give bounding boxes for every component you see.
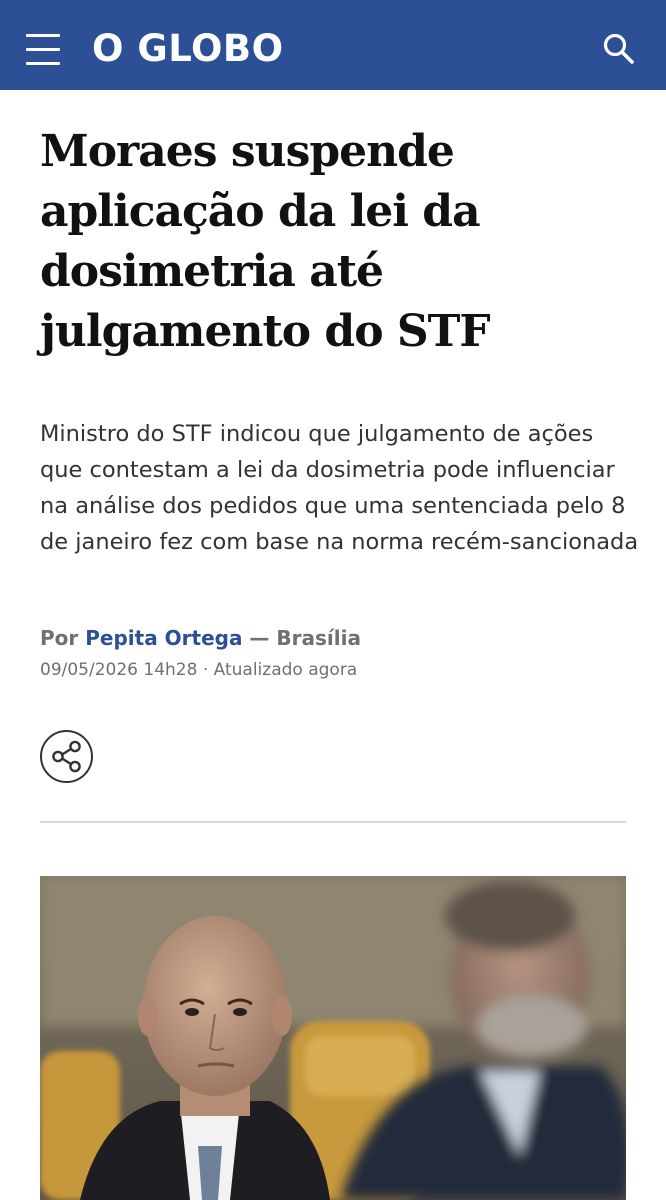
section-divider	[40, 821, 626, 823]
hamburger-menu-icon[interactable]	[26, 32, 60, 66]
share-icon[interactable]	[40, 730, 93, 783]
article-headline: Moraes suspende aplicação da lei da dosi…	[40, 126, 491, 357]
search-icon[interactable]	[600, 30, 638, 68]
author-link[interactable]: Pepita Ortega	[85, 626, 242, 650]
top-bar: O GLOBO	[0, 0, 666, 90]
byline: Por Pepita Ortega — Brasília	[40, 622, 361, 654]
byline-prefix: Por	[40, 626, 79, 650]
site-logo[interactable]: O GLOBO	[92, 24, 284, 74]
byline-location: — Brasília	[249, 626, 361, 650]
article-photo[interactable]	[40, 876, 626, 1200]
article-subtitle: Ministro do STF indicou que julgamento d…	[40, 421, 639, 555]
publish-date: 09/05/2026 14h28 · Atualizado agora	[40, 660, 358, 680]
